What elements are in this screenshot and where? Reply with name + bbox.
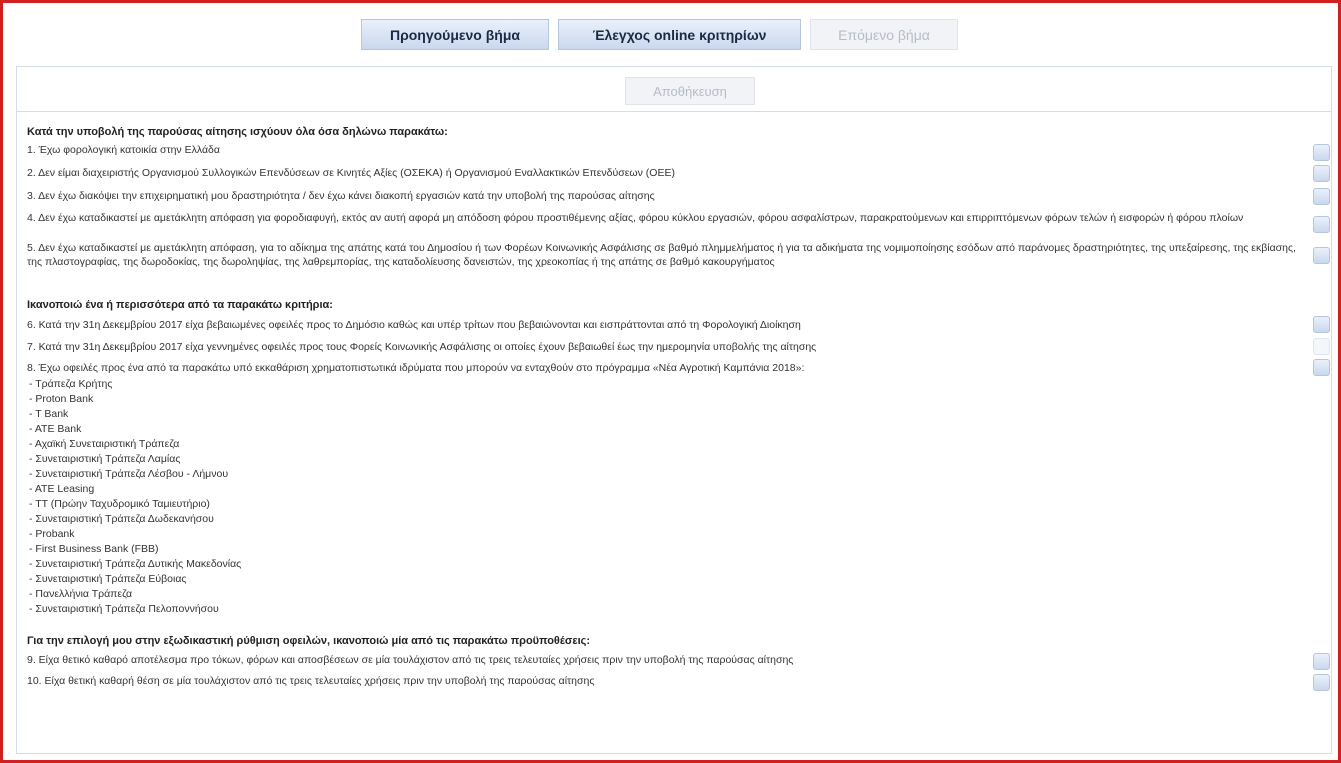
criterion-5-checkbox[interactable] — [1313, 247, 1330, 264]
criterion-2-text: 2. Δεν είμαι διαχειριστής Οργανισμού Συλ… — [27, 167, 675, 179]
bank-list-item: - Τράπεζα Κρήτης — [29, 378, 113, 390]
criterion-8-text: 8. Έχω οφειλές προς ένα από τα παρακάτω … — [27, 362, 805, 374]
bank-list-item: - Probank — [29, 528, 75, 540]
criterion-4-text: 4. Δεν έχω καταδικαστεί με αμετάκλητη απ… — [27, 212, 1244, 224]
criterion-4-checkbox[interactable] — [1313, 216, 1330, 233]
bank-list-item: - ATE Leasing — [29, 483, 95, 495]
criterion-10-text: 10. Είχα θετική καθαρή θέση σε μία τουλά… — [27, 675, 595, 687]
wizard-toolbar: Προηγούμενο βήμα Έλεγχος online κριτηρίω… — [3, 19, 1338, 53]
next-step-button[interactable]: Επόμενο βήμα — [810, 19, 958, 50]
section-1-heading: Κατά την υποβολή της παρούσας αίτησης ισ… — [27, 126, 448, 138]
check-online-criteria-button[interactable]: Έλεγχος online κριτηρίων — [558, 19, 801, 50]
bank-list-item: - Συνεταιριστική Τράπεζα Εύβοιας — [29, 573, 187, 585]
criterion-7-text: 7. Κατά την 31η Δεκεμβρίου 2017 είχα γεν… — [27, 341, 817, 353]
criterion-3-text: 3. Δεν έχω διακόψει την επιχειρηματική μ… — [27, 190, 655, 202]
bank-list-item: - Συνεταιριστική Τράπεζα Πελοποννήσου — [29, 603, 219, 615]
previous-step-button[interactable]: Προηγούμενο βήμα — [361, 19, 549, 50]
bank-list-item: - TT (Πρώην Ταχυδρομικό Ταμιευτήριο) — [29, 498, 210, 510]
criterion-3-checkbox[interactable] — [1313, 188, 1330, 205]
criterion-10-checkbox[interactable] — [1313, 674, 1330, 691]
criterion-5-text: 5. Δεν έχω καταδικαστεί με αμετάκλητη απ… — [27, 242, 1296, 268]
criterion-6-checkbox[interactable] — [1313, 316, 1330, 333]
bank-list-item: - ATE Bank — [29, 423, 82, 435]
criterion-9-checkbox[interactable] — [1313, 653, 1330, 670]
criterion-9-text: 9. Είχα θετικό καθαρό αποτέλεσμα προ τόκ… — [27, 654, 794, 666]
bank-list-item: - Αχαϊκή Συνεταιριστική Τράπεζα — [29, 438, 180, 450]
save-bar: Αποθήκευση — [17, 67, 1331, 112]
bank-list-item: - Συνεταιριστική Τράπεζα Λαμίας — [29, 453, 181, 465]
criterion-1-checkbox[interactable] — [1313, 144, 1330, 161]
section-2-heading: Ικανοποιώ ένα ή περισσότερα από τα παρακ… — [27, 299, 333, 311]
bank-list-item: - Συνεταιριστική Τράπεζα Λέσβου - Λήμνου — [29, 468, 229, 480]
bank-list-item: - Συνεταιριστική Τράπεζα Δωδεκανήσου — [29, 513, 214, 525]
criterion-8-checkbox[interactable] — [1313, 359, 1330, 376]
save-button[interactable]: Αποθήκευση — [625, 77, 755, 105]
criterion-1-text: 1. Έχω φορολογική κατοικία στην Ελλάδα — [27, 144, 220, 156]
criteria-panel: Αποθήκευση Κατά την υποβολή της παρούσας… — [16, 66, 1332, 754]
bank-list-item: - T Bank — [29, 408, 69, 420]
bank-list-item: - Proton Bank — [29, 393, 94, 405]
bank-list-item: - Συνεταιριστική Τράπεζα Δυτικής Μακεδον… — [29, 558, 242, 570]
application-frame: Προηγούμενο βήμα Έλεγχος online κριτηρίω… — [0, 0, 1341, 763]
criterion-7-checkbox[interactable] — [1313, 338, 1330, 355]
criterion-2-checkbox[interactable] — [1313, 165, 1330, 182]
bank-list-item: - First Business Bank (FBB) — [29, 543, 159, 555]
criterion-6-text: 6. Κατά την 31η Δεκεμβρίου 2017 είχα βεβ… — [27, 319, 801, 331]
section-3-heading: Για την επιλογή μου στην εξωδικαστική ρύ… — [27, 635, 591, 647]
bank-list-item: - Πανελλήνια Τράπεζα — [29, 588, 133, 600]
